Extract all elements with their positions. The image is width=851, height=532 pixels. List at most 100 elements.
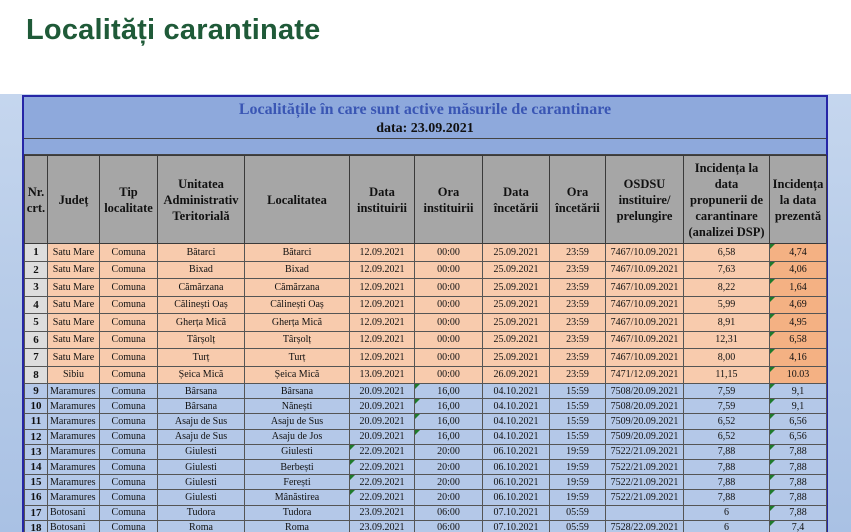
cell-judet: Satu Mare	[47, 313, 100, 332]
cell-incidenta-prezenta: 6,56	[769, 413, 827, 430]
table-row: 16 Maramures Comuna Giulesti Mânăstirea 22.09…	[24, 489, 827, 506]
cell-data-instituirii: 23.09.2021	[349, 504, 415, 521]
col-header-localitatea: Localitatea	[244, 155, 350, 244]
cell-data-instituirii: 12.09.2021	[349, 295, 415, 314]
cell-data-incetarii: 07.10.2021	[482, 504, 550, 521]
cell-localitatea: Nănești	[244, 398, 350, 415]
cell-judet: Maramures	[47, 443, 100, 460]
cell-localitatea: Bătarci	[244, 243, 350, 262]
cell-localitatea: Tudora	[244, 504, 350, 521]
cell-data-instituirii: 13.09.2021	[349, 365, 415, 384]
cell-data-incetarii: 07.10.2021	[482, 519, 550, 532]
cell-judet: Maramures	[47, 428, 100, 445]
cell-data-instituirii: 20.09.2021	[349, 398, 415, 415]
cell-data-incetarii: 25.09.2021	[482, 243, 550, 262]
cell-ora-incetarii: 23:59	[549, 278, 606, 297]
cell-data-instituirii: 12.09.2021	[349, 330, 415, 349]
cell-data-instituirii: 23.09.2021	[349, 519, 415, 532]
cell-incidenta-propunere: 7,63	[683, 260, 770, 279]
cell-incidenta-propunere: 7,59	[683, 398, 770, 415]
col-header-osdsu: OSDSU instituire/ prelungire	[605, 155, 684, 244]
cell-nr: 17	[24, 504, 48, 521]
cell-nr: 12	[24, 428, 48, 445]
table-row: 2 Satu Mare Comuna Bixad Bixad 12.09.2021 00:0…	[24, 260, 827, 279]
cell-judet: Satu Mare	[47, 260, 100, 279]
cell-data-incetarii: 04.10.2021	[482, 382, 550, 400]
cell-ora-incetarii: 15:59	[549, 413, 606, 430]
cell-incidenta-propunere: 6	[683, 504, 770, 521]
cell-uat: Turț	[157, 348, 245, 367]
cell-incidenta-propunere: 6,52	[683, 428, 770, 445]
cell-incidenta-prezenta: 9,1	[769, 398, 827, 415]
col-header-data-instituirii: Data instituirii	[349, 155, 415, 244]
cell-incidenta-prezenta: 4,69	[769, 295, 827, 314]
cell-judet: Maramures	[47, 413, 100, 430]
cell-osdsu: 7467/10.09.2021	[605, 330, 684, 349]
cell-osdsu: 7471/12.09.2021	[605, 365, 684, 384]
table-row: 6 Satu Mare Comuna Târșolț Târșolț 12.09.2021…	[24, 330, 827, 349]
cell-localitatea: Ferești	[244, 474, 350, 491]
cell-data-incetarii: 25.09.2021	[482, 348, 550, 367]
table-row: 13 Maramures Comuna Giulesti Giulesti 22.09.2…	[24, 443, 827, 460]
cell-data-incetarii: 04.10.2021	[482, 398, 550, 415]
cell-data-incetarii: 04.10.2021	[482, 413, 550, 430]
cell-osdsu: 7528/22.09.2021	[605, 519, 684, 532]
cell-incidenta-propunere: 7,88	[683, 458, 770, 476]
cell-tip: Comuna	[99, 365, 158, 384]
cell-incidenta-propunere: 5,99	[683, 295, 770, 314]
cell-ora-incetarii: 23:59	[549, 260, 606, 279]
cell-osdsu: 7522/21.09.2021	[605, 474, 684, 491]
cell-uat: Cămărzana	[157, 278, 245, 297]
cell-osdsu: 7467/10.09.2021	[605, 243, 684, 262]
cell-incidenta-prezenta: 6,56	[769, 428, 827, 445]
cell-incidenta-prezenta: 7,88	[769, 504, 827, 521]
cell-tip: Comuna	[99, 474, 158, 491]
cell-osdsu: 7467/10.09.2021	[605, 295, 684, 314]
cell-osdsu: 7522/21.09.2021	[605, 443, 684, 460]
cell-ora-incetarii: 23:59	[549, 348, 606, 367]
banner-title: Localitățile în care sunt active măsuril…	[238, 101, 612, 118]
col-header-judet: Județ	[47, 155, 100, 244]
cell-ora-incetarii: 19:59	[549, 458, 606, 476]
cell-ora-instituirii: 20:00	[414, 489, 483, 506]
cell-nr: 18	[24, 519, 48, 532]
cell-incidenta-propunere: 6,58	[683, 243, 770, 262]
table-row: 7 Satu Mare Comuna Turț Turț 12.09.2021 00:00 2…	[24, 348, 827, 367]
cell-localitatea: Asaju de Jos	[244, 428, 350, 445]
cell-uat: Giulesti	[157, 489, 245, 506]
cell-ora-instituirii: 00:00	[414, 365, 483, 384]
cell-data-instituirii: 12.09.2021	[349, 348, 415, 367]
cell-uat: Gherța Mică	[157, 313, 245, 332]
cell-uat: Asaju de Sus	[157, 413, 245, 430]
cell-judet: Satu Mare	[47, 278, 100, 297]
cell-ora-instituirii: 00:00	[414, 243, 483, 262]
cell-uat: Giulesti	[157, 443, 245, 460]
cell-tip: Comuna	[99, 443, 158, 460]
cell-ora-instituirii: 20:00	[414, 474, 483, 491]
cell-tip: Comuna	[99, 278, 158, 297]
cell-incidenta-prezenta: 7,88	[769, 489, 827, 506]
cell-ora-incetarii: 15:59	[549, 398, 606, 415]
cell-ora-instituirii: 00:00	[414, 330, 483, 349]
cell-nr: 16	[24, 489, 48, 506]
cell-tip: Comuna	[99, 398, 158, 415]
cell-ora-incetarii: 15:59	[549, 382, 606, 400]
table-row: 17 Botosani Comuna Tudora Tudora 23.09.2021 06…	[24, 504, 827, 521]
table-row: 14 Maramures Comuna Giulesti Berbești 22.09.2…	[24, 458, 827, 476]
cell-osdsu	[605, 504, 684, 521]
cell-ora-instituirii: 16,00	[414, 382, 483, 400]
cell-nr: 8	[24, 365, 48, 384]
cell-data-incetarii: 04.10.2021	[482, 428, 550, 445]
banner-date: data: 23.09.2021	[376, 121, 474, 136]
cell-tip: Comuna	[99, 348, 158, 367]
cell-tip: Comuna	[99, 458, 158, 476]
col-header-uat: Unitatea Administrativ Teritorială	[157, 155, 245, 244]
table-row: 10 Maramures Comuna Bârsana Nănești 20.09.202…	[24, 398, 827, 415]
cell-ora-incetarii: 05:59	[549, 519, 606, 532]
cell-tip: Comuna	[99, 330, 158, 349]
cell-uat: Giulesti	[157, 474, 245, 491]
cell-nr: 3	[24, 278, 48, 297]
cell-data-incetarii: 26.09.2021	[482, 365, 550, 384]
cell-judet: Satu Mare	[47, 243, 100, 262]
cell-incidenta-propunere: 7,88	[683, 489, 770, 506]
